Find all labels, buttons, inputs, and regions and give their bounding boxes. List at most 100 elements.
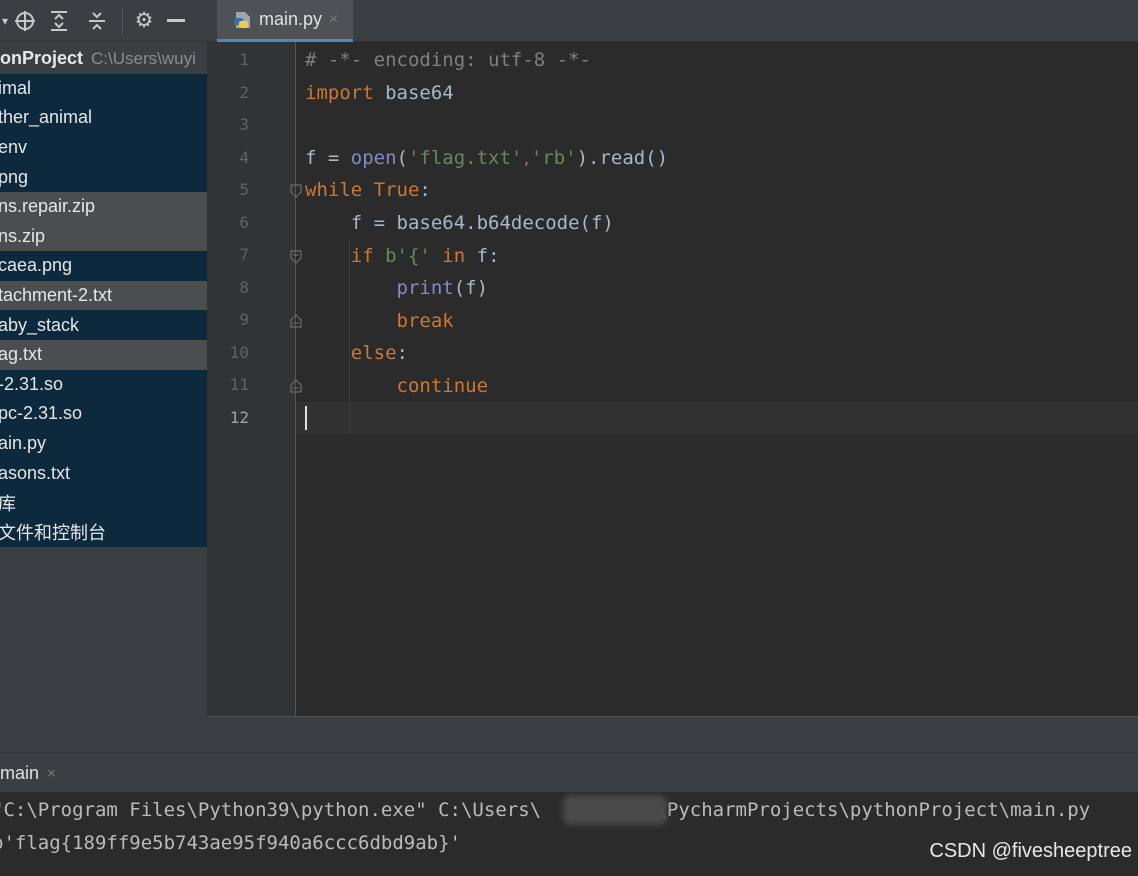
line-number: 2: [239, 82, 249, 102]
redacted-username: [563, 795, 667, 825]
tree-item[interactable]: imal: [0, 73, 207, 104]
code-line-10: else:: [305, 337, 408, 370]
expand-all-icon[interactable]: [40, 0, 78, 42]
tree-item-label: pc-2.31.so: [0, 403, 83, 424]
project-root[interactable]: onProject C:\Users\wuyi: [0, 44, 207, 74]
builtin: open: [350, 147, 397, 169]
run-tab-close-icon[interactable]: ×: [47, 765, 56, 782]
code-line-11: continue: [305, 370, 489, 403]
tree-item[interactable]: png: [0, 162, 207, 192]
line-number: 9: [239, 310, 249, 329]
minimize-icon[interactable]: [159, 0, 193, 42]
code-text: ,: [522, 152, 531, 168]
keyword: in: [430, 245, 466, 267]
line-number: 12: [229, 407, 249, 427]
tree-item-label: -2.31.so: [0, 373, 64, 394]
tree-item[interactable]: pc-2.31.so: [0, 399, 207, 429]
tree-item-label: ns.repair.zip: [0, 196, 96, 217]
python-file-icon: [233, 10, 253, 30]
keyword: True: [362, 179, 420, 201]
tree-item[interactable]: asons.txt: [0, 458, 207, 488]
tree-item-label: aby_stack: [0, 314, 80, 335]
tree-item[interactable]: ag.txt: [0, 340, 207, 370]
line-number: 10: [229, 342, 249, 362]
line-number: 8: [239, 277, 249, 297]
fold-open-icon[interactable]: [290, 184, 302, 198]
code-text: :: [396, 342, 408, 364]
code-text: f:: [465, 245, 500, 267]
tree-item[interactable]: ns.repair.zip: [0, 192, 207, 222]
keyword: break: [396, 310, 454, 332]
line-number: 3: [239, 115, 249, 134]
code-text: :: [419, 179, 431, 201]
run-tab-main[interactable]: main ×: [0, 753, 56, 793]
keyword: if: [350, 245, 374, 267]
builtin: print: [396, 277, 454, 299]
toolbar-divider: [122, 7, 123, 34]
tree-item-label: ther_animal: [0, 107, 93, 128]
keyword: else: [350, 342, 397, 364]
line-number: 7: [239, 245, 249, 264]
editor-tabbar: main.py ×: [207, 0, 1138, 42]
dropdown-arrow-icon[interactable]: ▾: [0, 0, 10, 42]
fold-end-icon[interactable]: [290, 379, 302, 393]
run-tabbar: main ×: [0, 752, 1138, 792]
tab-close-icon[interactable]: ×: [329, 11, 338, 29]
project-panel-footer: [0, 716, 207, 752]
tree-item[interactable]: 库: [0, 488, 207, 518]
line-number: 6: [239, 212, 249, 232]
code-text: f =: [305, 147, 351, 169]
tree-item[interactable]: env: [0, 132, 207, 163]
code-editor[interactable]: 1 2 3 4 5 6 7 8 9 10 11 12 # -*- encoding: utf-8 -*…: [207, 42, 1138, 716]
tree-item-label: ns.zip: [0, 225, 46, 246]
tree-item[interactable]: -2.31.so: [0, 369, 207, 400]
run-console[interactable]: "C:\Program Files\Python39\python.exe" C…: [0, 792, 1138, 876]
line-number: 4: [239, 147, 249, 167]
keyword: while: [305, 179, 363, 201]
run-tab-label: main: [0, 762, 40, 783]
tree-item-label: 库: [0, 493, 16, 514]
comment: # -*- encoding: utf-8 -*-: [305, 49, 591, 71]
code-line-2: import base64: [305, 77, 454, 110]
tree-item-label: caea.png: [0, 255, 73, 276]
locate-target-icon[interactable]: [10, 0, 40, 42]
tree-item-label: asons.txt: [0, 462, 71, 483]
editor-footer: [207, 716, 1138, 752]
tree-item-label: imal: [0, 77, 32, 98]
code-text: (f): [453, 277, 489, 299]
code-line-6: f = base64.b64decode(f): [305, 207, 614, 240]
keyword: continue: [396, 375, 489, 397]
tree-item[interactable]: tachment-2.txt: [0, 280, 207, 311]
tree-item[interactable]: caea.png: [0, 251, 207, 281]
current-line-highlight: [296, 402, 1138, 434]
tree-item[interactable]: ns.zip: [0, 221, 207, 252]
tree-item[interactable]: ther_animal: [0, 103, 207, 133]
code-line-5: while True:: [305, 174, 431, 207]
code-line-4: f = open('flag.txt','rb').read(): [305, 142, 668, 175]
string-literal: b'{': [373, 245, 431, 267]
line-number: 5: [239, 180, 249, 199]
collapse-all-icon[interactable]: [78, 0, 116, 42]
tree-item-label: 文件和控制台: [0, 523, 106, 544]
tree-item-label: ain.py: [0, 433, 47, 454]
tab-main-py[interactable]: main.py ×: [217, 0, 353, 42]
fold-open-icon[interactable]: [290, 250, 302, 264]
console-output: b'flag{189ff9e5b743ae95f940a6ccc6dbd9ab}…: [0, 832, 461, 854]
project-root-name: onProject: [0, 48, 84, 69]
gear-icon[interactable]: ⚙: [129, 0, 159, 42]
fold-end-icon[interactable]: [290, 314, 302, 328]
tab-label: main.py: [259, 9, 323, 29]
project-tree: onProject C:\Users\wuyi imal ther_animale…: [0, 42, 207, 752]
code-line-7: if b'{' in f:: [305, 240, 500, 273]
tree-item[interactable]: 文件和控制台: [0, 517, 207, 548]
line-number: 11: [229, 375, 249, 394]
console-command: "C:\Program Files\Python39\python.exe" C…: [0, 799, 1091, 821]
text-caret: [305, 406, 307, 430]
code-line-1: # -*- encoding: utf-8 -*-: [305, 44, 591, 77]
tree-item[interactable]: aby_stack: [0, 310, 207, 340]
code-line-8: print(f): [305, 272, 489, 305]
code-line-9: break: [305, 305, 454, 338]
tree-item[interactable]: ain.py: [0, 428, 207, 459]
